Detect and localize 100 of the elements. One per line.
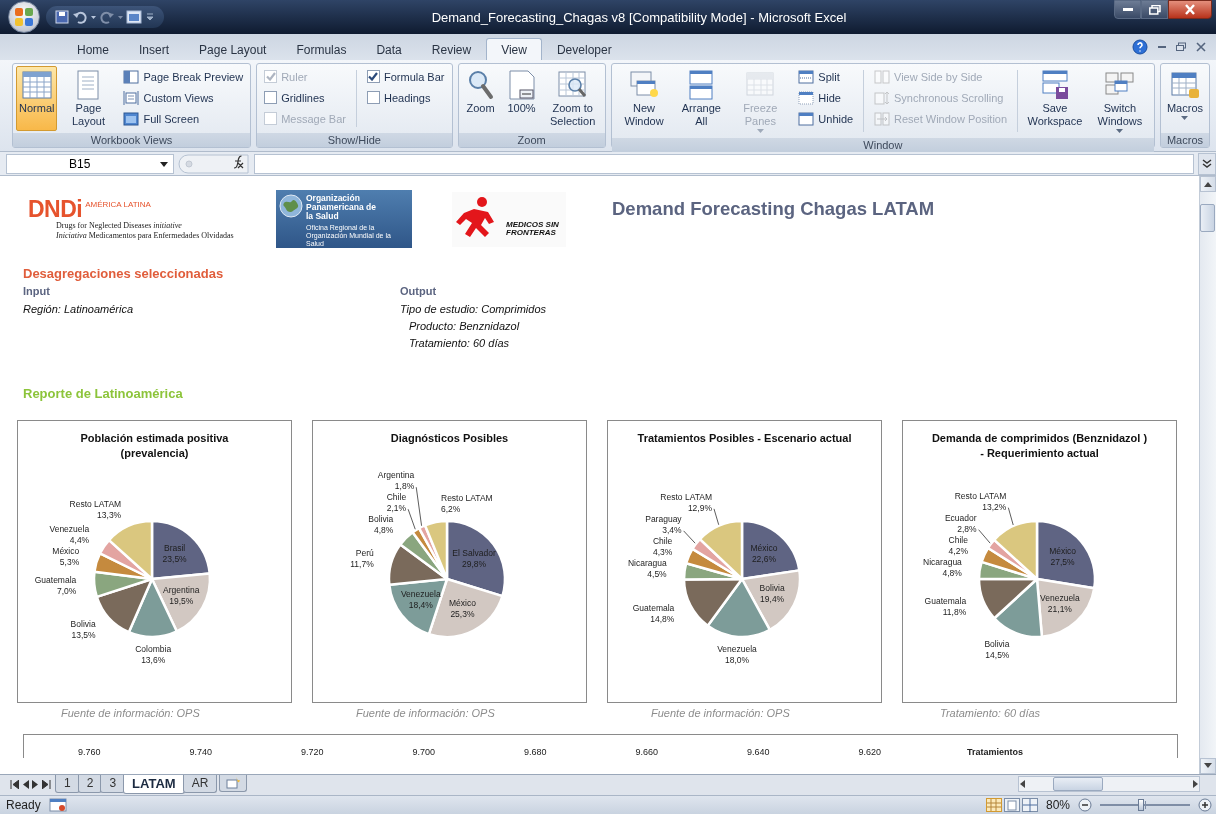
- ribbon-tab[interactable]: Review: [416, 38, 487, 60]
- office-button[interactable]: [8, 1, 40, 33]
- ribbon-tab[interactable]: Data: [361, 38, 417, 60]
- checkbox[interactable]: [366, 91, 380, 104]
- window-icon: [798, 110, 815, 127]
- name-box[interactable]: B15: [6, 153, 174, 174]
- ribbon-button[interactable]: Full Screen: [119, 109, 248, 128]
- ribbon-button[interactable]: Split: [794, 67, 858, 86]
- sheet-tab[interactable]: LATAM: [123, 775, 185, 794]
- checkbox[interactable]: [264, 91, 278, 104]
- page-layout-view-icon[interactable]: [1003, 798, 1020, 812]
- axis-label: 9.740: [189, 747, 214, 757]
- vertical-scrollbar[interactable]: [1199, 176, 1216, 774]
- check-icon: [265, 72, 276, 81]
- minimize-button[interactable]: [1114, 0, 1141, 19]
- restore-icon[interactable]: [1176, 42, 1186, 52]
- group-label: Window: [611, 138, 1154, 152]
- slice-label: México 27,5%: [1049, 546, 1077, 568]
- slice-label: México 25,3%: [449, 597, 476, 619]
- horizontal-scrollbar[interactable]: [1018, 776, 1200, 792]
- axis-label: 9.640: [747, 747, 771, 757]
- first-sheet-icon[interactable]: [10, 780, 19, 789]
- zoom-level: 80%: [1045, 798, 1070, 812]
- slice-label: Paraguay 3,4%: [645, 513, 682, 535]
- next-sheet-icon[interactable]: [32, 780, 39, 789]
- slice-label: Bolivia 13,5%: [70, 619, 96, 640]
- ribbon-tab[interactable]: Formulas: [281, 38, 362, 60]
- zoom-in-icon[interactable]: [1198, 798, 1212, 812]
- scroll-thumb[interactable]: [1200, 204, 1215, 232]
- ribbon-tab[interactable]: Developer: [541, 38, 627, 60]
- checkbox-label[interactable]: Gridlines: [281, 91, 325, 104]
- section-heading: Input: [23, 284, 51, 298]
- checkbox-label[interactable]: Headings: [383, 91, 431, 104]
- ribbon-button[interactable]: Normal: [16, 66, 58, 131]
- minimize-icon: [1122, 8, 1133, 11]
- help-icon[interactable]: [1132, 39, 1148, 55]
- ribbon-tab[interactable]: Page Layout: [184, 38, 282, 60]
- record-macro-icon[interactable]: [48, 798, 67, 812]
- ribbon-tab[interactable]: View: [486, 38, 542, 60]
- grid-sheet-icon: [20, 69, 53, 101]
- save-icon[interactable]: [54, 9, 70, 25]
- ribbon-button[interactable]: Arrange All: [676, 66, 727, 136]
- sheet-tab[interactable]: AR: [182, 775, 218, 793]
- ribbon-button[interactable]: New Window: [614, 66, 674, 136]
- ribbon-button[interactable]: Hide: [794, 88, 858, 107]
- ribbon-button[interactable]: Unhide: [794, 109, 858, 128]
- slice-label: Chile 4,2%: [948, 534, 968, 556]
- left-arrow-icon[interactable]: [1019, 780, 1027, 788]
- expand-button[interactable]: [1198, 152, 1216, 175]
- slice-label: Venezuela 21,1%: [1040, 592, 1080, 614]
- slice-label: Bolivia 19,4%: [759, 582, 785, 604]
- page-break-view-icon[interactable]: [1021, 798, 1038, 812]
- close-icon[interactable]: [1196, 42, 1206, 52]
- zoom-slider[interactable]: [1100, 799, 1190, 811]
- page-break-icon: [123, 68, 140, 85]
- legend-label: Tratamientos: [967, 747, 1024, 757]
- ribbon-tab[interactable]: Insert: [124, 38, 185, 60]
- last-sheet-icon[interactable]: [42, 780, 51, 789]
- ribbon-button[interactable]: Page Layout: [60, 66, 117, 131]
- checkbox-label[interactable]: Formula Bar: [383, 70, 445, 83]
- insert-sheet-button[interactable]: [219, 775, 248, 792]
- window-icon[interactable]: [126, 9, 142, 25]
- ribbon-button[interactable]: Zoom: [461, 66, 500, 131]
- formula-input[interactable]: [254, 153, 1194, 174]
- sheet-tab[interactable]: 3: [100, 775, 126, 793]
- zoom-out-icon[interactable]: [1078, 798, 1092, 812]
- custom-views-icon: [123, 89, 140, 106]
- redo-icon[interactable]: [99, 9, 115, 25]
- reset-window-icon: [874, 110, 890, 127]
- formula-cancel-icon[interactable]: [178, 153, 250, 174]
- restore-button[interactable]: [1141, 0, 1168, 19]
- window-title: Demand_Forecasting_Chagas v8 [Compatibility Mode] - Microsoft Excel: [430, 9, 848, 25]
- window-icon: [798, 89, 815, 106]
- chart-title: Población estimada positiva (prevalencia): [80, 431, 229, 461]
- undo-icon[interactable]: [72, 9, 88, 25]
- ribbon-button[interactable]: 100%: [502, 66, 541, 131]
- logo-wordmark: DNDi: [28, 197, 83, 221]
- checkbox[interactable]: [366, 70, 380, 83]
- ribbon-button[interactable]: Save Workspace: [1023, 66, 1086, 136]
- scroll-down-button[interactable]: [1200, 758, 1216, 774]
- ribbon-button[interactable]: Page Break Preview: [119, 67, 248, 86]
- right-arrow-icon[interactable]: [1191, 780, 1199, 788]
- scroll-thumb[interactable]: [1053, 777, 1103, 791]
- ribbon-tab[interactable]: Home: [62, 38, 124, 60]
- selection-value: Región: Latinoamérica: [23, 302, 135, 317]
- logo-text: MEDICOS SIN FRONTERAS: [506, 221, 560, 237]
- close-button[interactable]: [1168, 0, 1212, 19]
- sheet-tab[interactable]: 1: [55, 775, 80, 793]
- ribbon-button[interactable]: Zoom to Selection: [543, 66, 602, 131]
- ribbon-button[interactable]: Macros: [1163, 66, 1206, 131]
- chart-caption: Tratamiento: 60 días: [940, 707, 1042, 719]
- zoom-thumb[interactable]: [1137, 799, 1144, 811]
- down-arrow-icon: [1204, 763, 1212, 769]
- ribbon-button[interactable]: Custom Views: [119, 88, 248, 107]
- slice-label: Venezuela 18,4%: [400, 589, 441, 611]
- ribbon-button[interactable]: Switch Windows: [1088, 66, 1151, 136]
- previous-sheet-icon[interactable]: [22, 780, 29, 789]
- axis-label: 9.680: [524, 747, 548, 757]
- logo-text: Organización Panamericana de la Salud: [306, 194, 377, 221]
- scroll-up-button[interactable]: [1200, 176, 1216, 192]
